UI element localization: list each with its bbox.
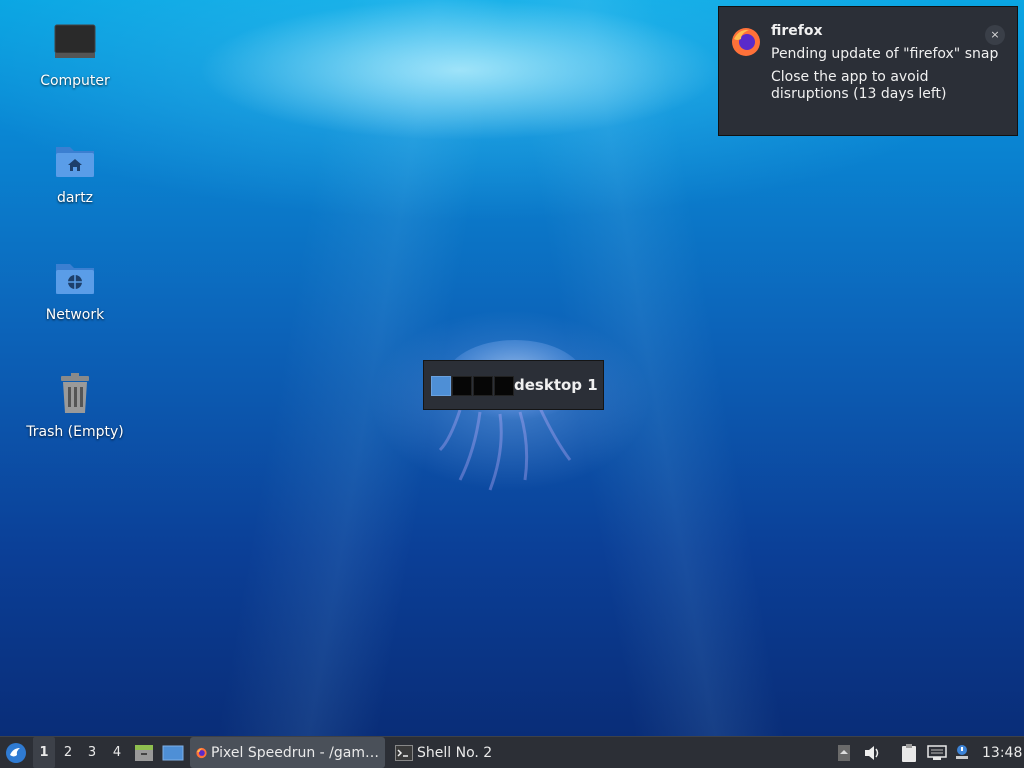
home-folder-icon (56, 147, 94, 177)
trash-icon (61, 373, 89, 413)
firefox-icon (196, 747, 207, 758)
desktop-icon-home[interactable]: dartz (20, 139, 130, 207)
desktop-background: Computer dartz Network Trash (Empty) fir… (0, 0, 1024, 736)
workspace-button-2[interactable]: 2 (57, 737, 79, 768)
firefox-icon (732, 28, 760, 56)
notification-message: Pending update of "firefox" snap (771, 46, 999, 62)
tray-up-arrow-icon (838, 744, 850, 761)
workspace-cell (452, 376, 472, 396)
desktop-icon-network[interactable]: Network (20, 256, 130, 324)
volume-control[interactable] (862, 737, 882, 768)
workspace-cell (431, 376, 451, 396)
workspace-button-1[interactable]: 1 (33, 737, 55, 768)
network-folder-icon (56, 264, 94, 294)
notification-title: firefox (771, 23, 823, 39)
desktop-icon-label: dartz (56, 190, 94, 206)
workspace-osd-label: desktop 1 (514, 376, 598, 394)
update-notifier-icon (956, 744, 968, 759)
show-desktop-button[interactable] (161, 737, 185, 768)
task-button-firefox[interactable]: Pixel Speedrun - /gam… (190, 737, 385, 768)
taskbar: 1 2 3 4 Pixel Speedrun - /gam… Shell No.… (0, 736, 1024, 768)
workspace-preview (431, 376, 515, 396)
main-menu-button[interactable] (4, 737, 28, 768)
network-icon (927, 744, 947, 760)
file-manager-launcher[interactable] (133, 737, 155, 768)
notification-close-button[interactable]: × (985, 25, 1005, 45)
task-button-terminal[interactable]: Shell No. 2 (389, 737, 529, 768)
workspace-cell (473, 376, 493, 396)
update-notifier-tray[interactable] (952, 737, 972, 768)
desktop-icon-trash[interactable]: Trash (Empty) (20, 373, 130, 441)
lubuntu-menu-icon (6, 742, 26, 763)
notification-body: Pending update of "firefox" snap Close t… (771, 46, 1001, 109)
notification-popup[interactable]: firefox Pending update of "firefox" snap… (718, 6, 1018, 136)
desktop-icon-computer[interactable]: Computer (20, 22, 130, 90)
show-desktop-icon (162, 745, 184, 760)
clipboard-tray[interactable] (898, 737, 920, 768)
workspace-switch-osd: desktop 1 (423, 360, 604, 410)
network-tray[interactable] (926, 737, 948, 768)
desktop-icon-label: Trash (Empty) (26, 424, 124, 440)
task-label: Shell No. 2 (417, 744, 493, 761)
computer-icon (54, 24, 96, 58)
file-manager-icon (135, 744, 153, 761)
workspace-cell (494, 376, 514, 396)
workspace-button-4[interactable]: 4 (106, 737, 128, 768)
volume-icon (865, 745, 879, 760)
workspace-button-3[interactable]: 3 (81, 737, 103, 768)
notification-message: Close the app to avoid disruptions (13 d… (771, 69, 947, 102)
clipboard-icon (902, 743, 916, 762)
desktop-icon-label: Computer (40, 73, 110, 89)
desktop-icon-label: Network (45, 307, 105, 323)
clock[interactable]: 13:48 (982, 737, 1022, 768)
task-label: Pixel Speedrun - /gam… (211, 744, 379, 761)
terminal-icon (395, 744, 413, 761)
tray-expand-button[interactable] (835, 737, 853, 768)
